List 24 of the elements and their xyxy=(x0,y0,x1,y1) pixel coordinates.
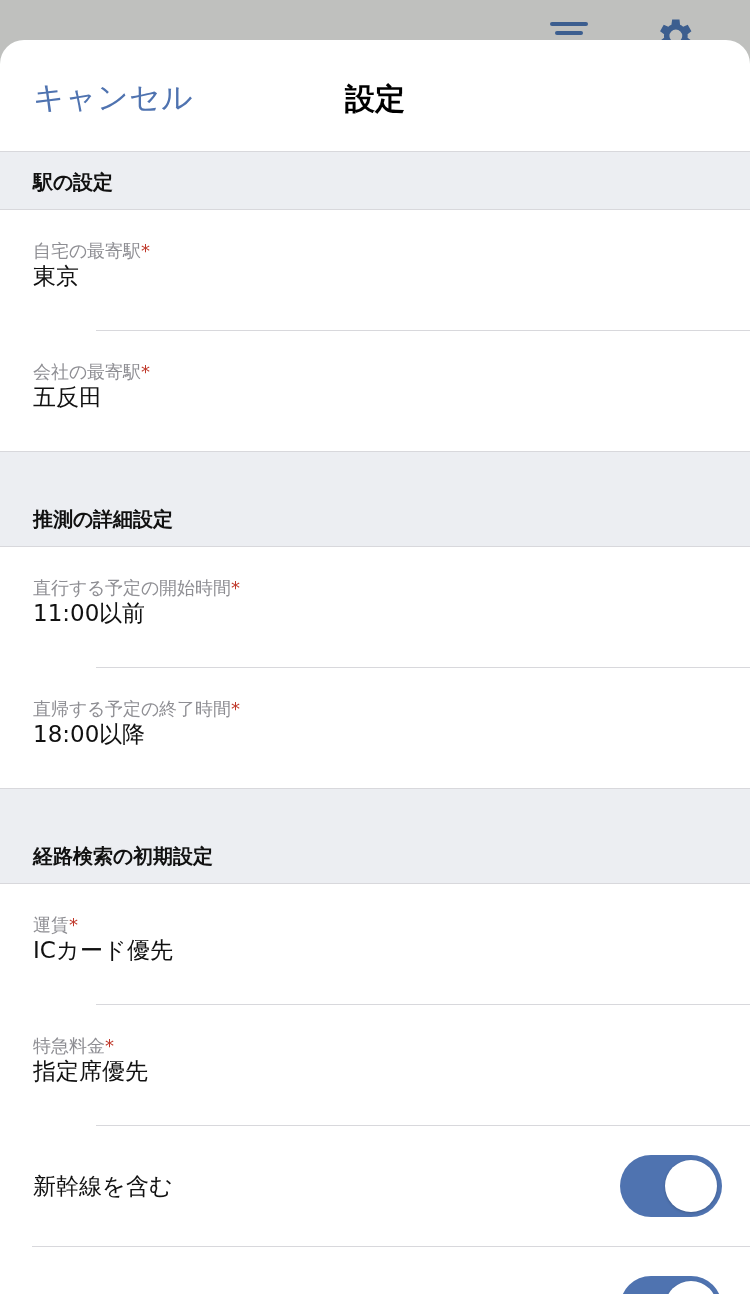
section-header: 駅の設定 xyxy=(0,152,750,210)
toggle-label: 新幹線を含む xyxy=(33,1171,173,1201)
cancel-button[interactable]: キャンセル xyxy=(33,74,193,121)
field-label: 直帰する予定の終了時間* xyxy=(33,698,241,720)
field-value: ICカード優先 xyxy=(33,935,174,965)
settings-row[interactable]: 直行する予定の開始時間* 11:00以前 xyxy=(0,547,750,667)
settings-row[interactable]: 自宅の最寄駅* 東京 xyxy=(0,210,750,330)
field-value: 11:00以前 xyxy=(33,598,147,628)
field-label: 直行する予定の開始時間* xyxy=(33,577,241,599)
field-label: 特急料金* xyxy=(33,1035,115,1057)
section-header: 経路検索の初期設定 xyxy=(0,788,750,884)
field-value: 18:00以降 xyxy=(33,719,147,749)
settings-row[interactable]: 直帰する予定の終了時間* 18:00以降 xyxy=(0,668,750,788)
section-header: 推測の詳細設定 xyxy=(0,451,750,547)
field-value: 五反田 xyxy=(33,382,103,412)
field-label: 運賃* xyxy=(33,914,79,936)
sheet-title: 設定 xyxy=(345,80,405,118)
field-value: 指定席優先 xyxy=(33,1056,149,1086)
settings-row[interactable]: 特急料金* 指定席優先 xyxy=(0,1005,750,1125)
settings-row[interactable]: 会社の最寄駅* 五反田 xyxy=(0,331,750,451)
field-value: 東京 xyxy=(33,261,80,291)
field-label: 自宅の最寄駅* xyxy=(33,240,151,262)
settings-row[interactable]: 運賃* ICカード優先 xyxy=(0,884,750,1004)
field-label: 会社の最寄駅* xyxy=(33,361,151,383)
